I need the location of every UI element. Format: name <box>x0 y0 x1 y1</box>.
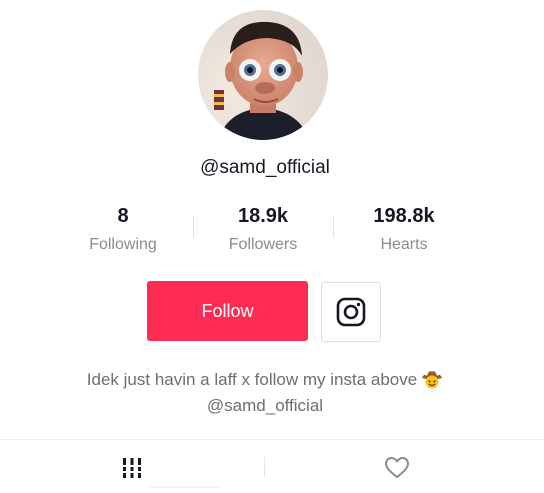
stat-hearts-label: Hearts <box>380 236 428 253</box>
stat-following-label: Following <box>89 236 157 253</box>
profile-photo <box>198 10 328 140</box>
stat-hearts-value: 198.8k <box>373 205 435 227</box>
follow-button[interactable]: Follow <box>147 281 308 341</box>
stat-followers-label: Followers <box>228 236 298 253</box>
videos-grid-icon <box>121 458 143 478</box>
stat-following-value: 8 <box>117 205 129 227</box>
profile-username: @samd_official <box>200 157 330 178</box>
active-tab-indicator <box>150 486 220 488</box>
profile-avatar[interactable] <box>198 10 328 140</box>
stat-followers-value: 18.9k <box>237 205 289 227</box>
stat-following[interactable]: 8 Following <box>48 204 198 254</box>
liked-heart-icon <box>384 456 410 479</box>
instagram-button[interactable] <box>321 282 381 342</box>
bio-line-2: @samd_official <box>206 396 324 415</box>
tab-bar-divider <box>0 439 544 440</box>
stat-followers[interactable]: 18.9k Followers <box>188 204 338 254</box>
instagram-icon <box>336 297 366 327</box>
bio-text: Idek just havin a laff x follow my insta… <box>86 370 418 389</box>
tab-liked[interactable] <box>265 450 529 486</box>
profile-bio: Idek just havin a laff x follow my insta… <box>0 369 530 417</box>
cowboy-face-emoji <box>421 369 443 395</box>
bio-line-1: Idek just havin a laff x follow my insta… <box>0 369 530 395</box>
stat-hearts: 198.8k Hearts <box>329 204 479 254</box>
tab-videos[interactable] <box>0 450 264 486</box>
